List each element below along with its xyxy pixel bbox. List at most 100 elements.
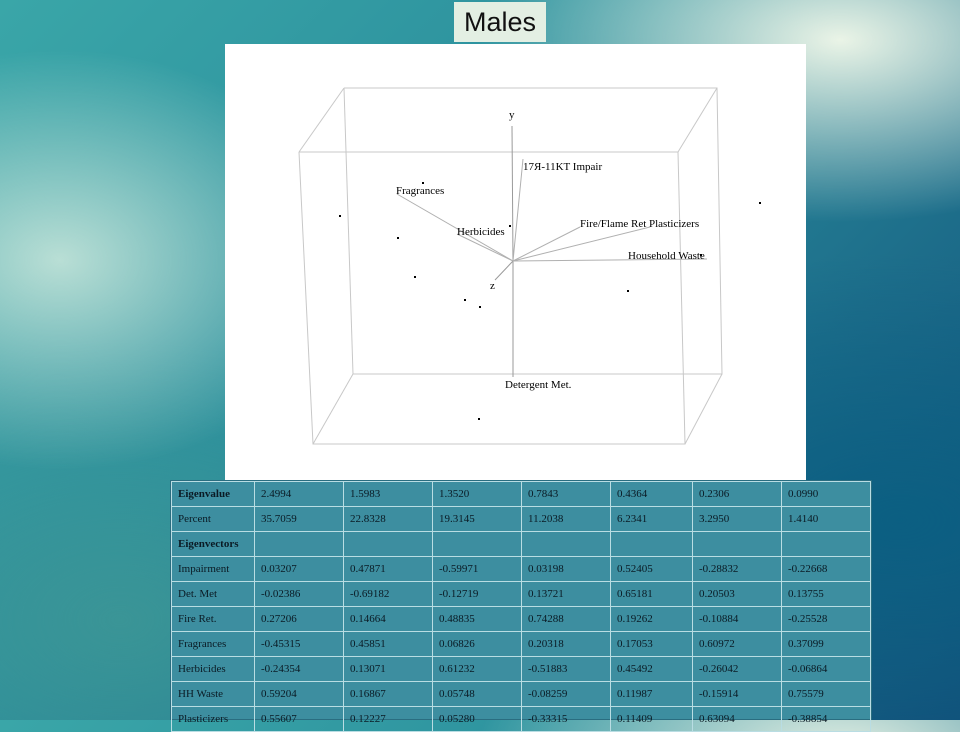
table-cell: -0.33315 xyxy=(521,706,611,732)
table-cell: 0.16867 xyxy=(343,681,433,707)
table-cell: -0.59971 xyxy=(432,556,522,582)
table-cell: 0.11409 xyxy=(610,706,693,732)
loading-vectors xyxy=(396,158,708,262)
table-cell: 0.20503 xyxy=(691,581,782,607)
z-axis-label: z xyxy=(490,280,495,292)
table-cell xyxy=(343,531,433,557)
score-point xyxy=(479,306,481,308)
table-cell: -0.22668 xyxy=(780,556,872,582)
biplot-panel: y z 17Я-11KT Impair Fragrances Herbicide… xyxy=(225,44,806,482)
table-cell: 0.47871 xyxy=(343,556,433,582)
table-cell: -0.06864 xyxy=(780,656,872,682)
table-cell: 0.20318 xyxy=(521,631,611,657)
table-cell: 0.12227 xyxy=(343,706,433,732)
table-cell: 0.05748 xyxy=(432,681,522,707)
table-cell: 35.7059 xyxy=(254,506,344,532)
table-header-row: Eigenvalue 2.4994 1.5983 1.3520 0.7843 0… xyxy=(171,481,872,507)
loading-label-plasticizers: Plasticizers xyxy=(649,218,699,230)
table-cell: 0.11987 xyxy=(610,681,693,707)
table-cell xyxy=(521,531,611,557)
table-cell xyxy=(432,531,522,557)
table-cell: -0.25528 xyxy=(780,606,872,632)
table-cell: 0.13721 xyxy=(521,581,611,607)
table-cell: -0.15914 xyxy=(691,681,782,707)
score-point xyxy=(464,299,466,301)
table-cell: 0.74288 xyxy=(521,606,611,632)
table-cell: -0.08259 xyxy=(521,681,611,707)
table-row: Fire Ret. 0.27206 0.14664 0.48835 0.74288 0.1… xyxy=(171,606,872,632)
table-cell: -0.51883 xyxy=(521,656,611,682)
table-cell: -0.02386 xyxy=(254,581,344,607)
table-row-label: Herbicides xyxy=(171,656,255,682)
table-row-label: Eigenvectors xyxy=(171,531,255,557)
score-point xyxy=(339,215,341,217)
loading-label-fragrances: Fragrances xyxy=(396,185,444,197)
table-cell: -0.10884 xyxy=(691,606,782,632)
impair-vector xyxy=(512,158,524,262)
table-row: Percent 35.7059 22.8328 19.3145 11.2038 6.234… xyxy=(171,506,872,532)
axis-lines xyxy=(494,125,514,377)
table-cell: 3.2950 xyxy=(691,506,782,532)
slide-title-text: Males xyxy=(463,6,537,37)
table-row: Det. Met -0.02386 -0.69182 -0.12719 0.13721 0… xyxy=(171,581,872,607)
box-back-face xyxy=(343,87,723,375)
box-edge xyxy=(677,87,718,153)
table-cell: 0.52405 xyxy=(610,556,693,582)
loading-label-household-waste: Household Waste xyxy=(628,250,705,262)
score-point xyxy=(478,418,480,420)
loading-label-detergent: Detergent Met. xyxy=(505,379,572,391)
table-cell: 0.59204 xyxy=(254,681,344,707)
table-header-label: Eigenvalue xyxy=(171,481,255,507)
box-edge xyxy=(684,373,723,445)
y-axis-line xyxy=(511,125,514,262)
table-cell: 0.45492 xyxy=(610,656,693,682)
table-cell: 6.2341 xyxy=(610,506,693,532)
table-row-label: Percent xyxy=(171,506,255,532)
table-cell: -0.26042 xyxy=(691,656,782,682)
table-cell: 0.63094 xyxy=(691,706,782,732)
table-row-label: Fragrances xyxy=(171,631,255,657)
box-front-face xyxy=(298,151,686,445)
score-point xyxy=(627,290,629,292)
biplot-3d: y z 17Я-11KT Impair Fragrances Herbicide… xyxy=(298,87,761,445)
loading-label-impair: 17Я-11KT Impair xyxy=(523,161,602,173)
table-cell: 0.37099 xyxy=(780,631,872,657)
table-cell xyxy=(254,531,344,557)
table-row-label: Det. Met xyxy=(171,581,255,607)
table-cell: 0.55607 xyxy=(254,706,344,732)
score-point xyxy=(397,237,399,239)
table-cell: 0.14664 xyxy=(343,606,433,632)
z-axis-line xyxy=(494,260,514,281)
table-cell: 0.13071 xyxy=(343,656,433,682)
table-row-label: Plasticizers xyxy=(171,706,255,732)
loading-label-herbicides: Herbicides xyxy=(457,226,505,238)
table-cell: 0.19262 xyxy=(610,606,693,632)
table-cell: 0.61232 xyxy=(432,656,522,682)
table-cell xyxy=(780,531,872,557)
table-row: Fragrances -0.45315 0.45851 0.06826 0.20318 0… xyxy=(171,631,872,657)
eigen-table: Eigenvalue 2.4994 1.5983 1.3520 0.7843 0… xyxy=(171,481,872,732)
table-cell: 11.2038 xyxy=(521,506,611,532)
table-cell: -0.28832 xyxy=(691,556,782,582)
loading-label-fire-ret: Fire/Flame Ret xyxy=(580,218,646,230)
score-point xyxy=(759,202,761,204)
score-point xyxy=(422,182,424,184)
table-cell: 0.03198 xyxy=(521,556,611,582)
table-cell: 0.75579 xyxy=(780,681,872,707)
table-cell: -0.45315 xyxy=(254,631,344,657)
table-cell: 19.3145 xyxy=(432,506,522,532)
table-cell: 0.13755 xyxy=(780,581,872,607)
table-header-cell: 0.4364 xyxy=(610,481,693,507)
table-cell: 0.27206 xyxy=(254,606,344,632)
table-cell: -0.38854 xyxy=(780,706,872,732)
table-row-label: Impairment xyxy=(171,556,255,582)
score-point xyxy=(414,276,416,278)
table-header-cell: 0.2306 xyxy=(691,481,782,507)
box-edge xyxy=(298,87,345,153)
table-row-label: Fire Ret. xyxy=(171,606,255,632)
table-cell: 0.65181 xyxy=(610,581,693,607)
table-cell: -0.12719 xyxy=(432,581,522,607)
table-cell: 0.45851 xyxy=(343,631,433,657)
table-cell: 0.05280 xyxy=(432,706,522,732)
table-row: Plasticizers 0.55607 0.12227 0.05280 -0.3331… xyxy=(171,706,872,732)
